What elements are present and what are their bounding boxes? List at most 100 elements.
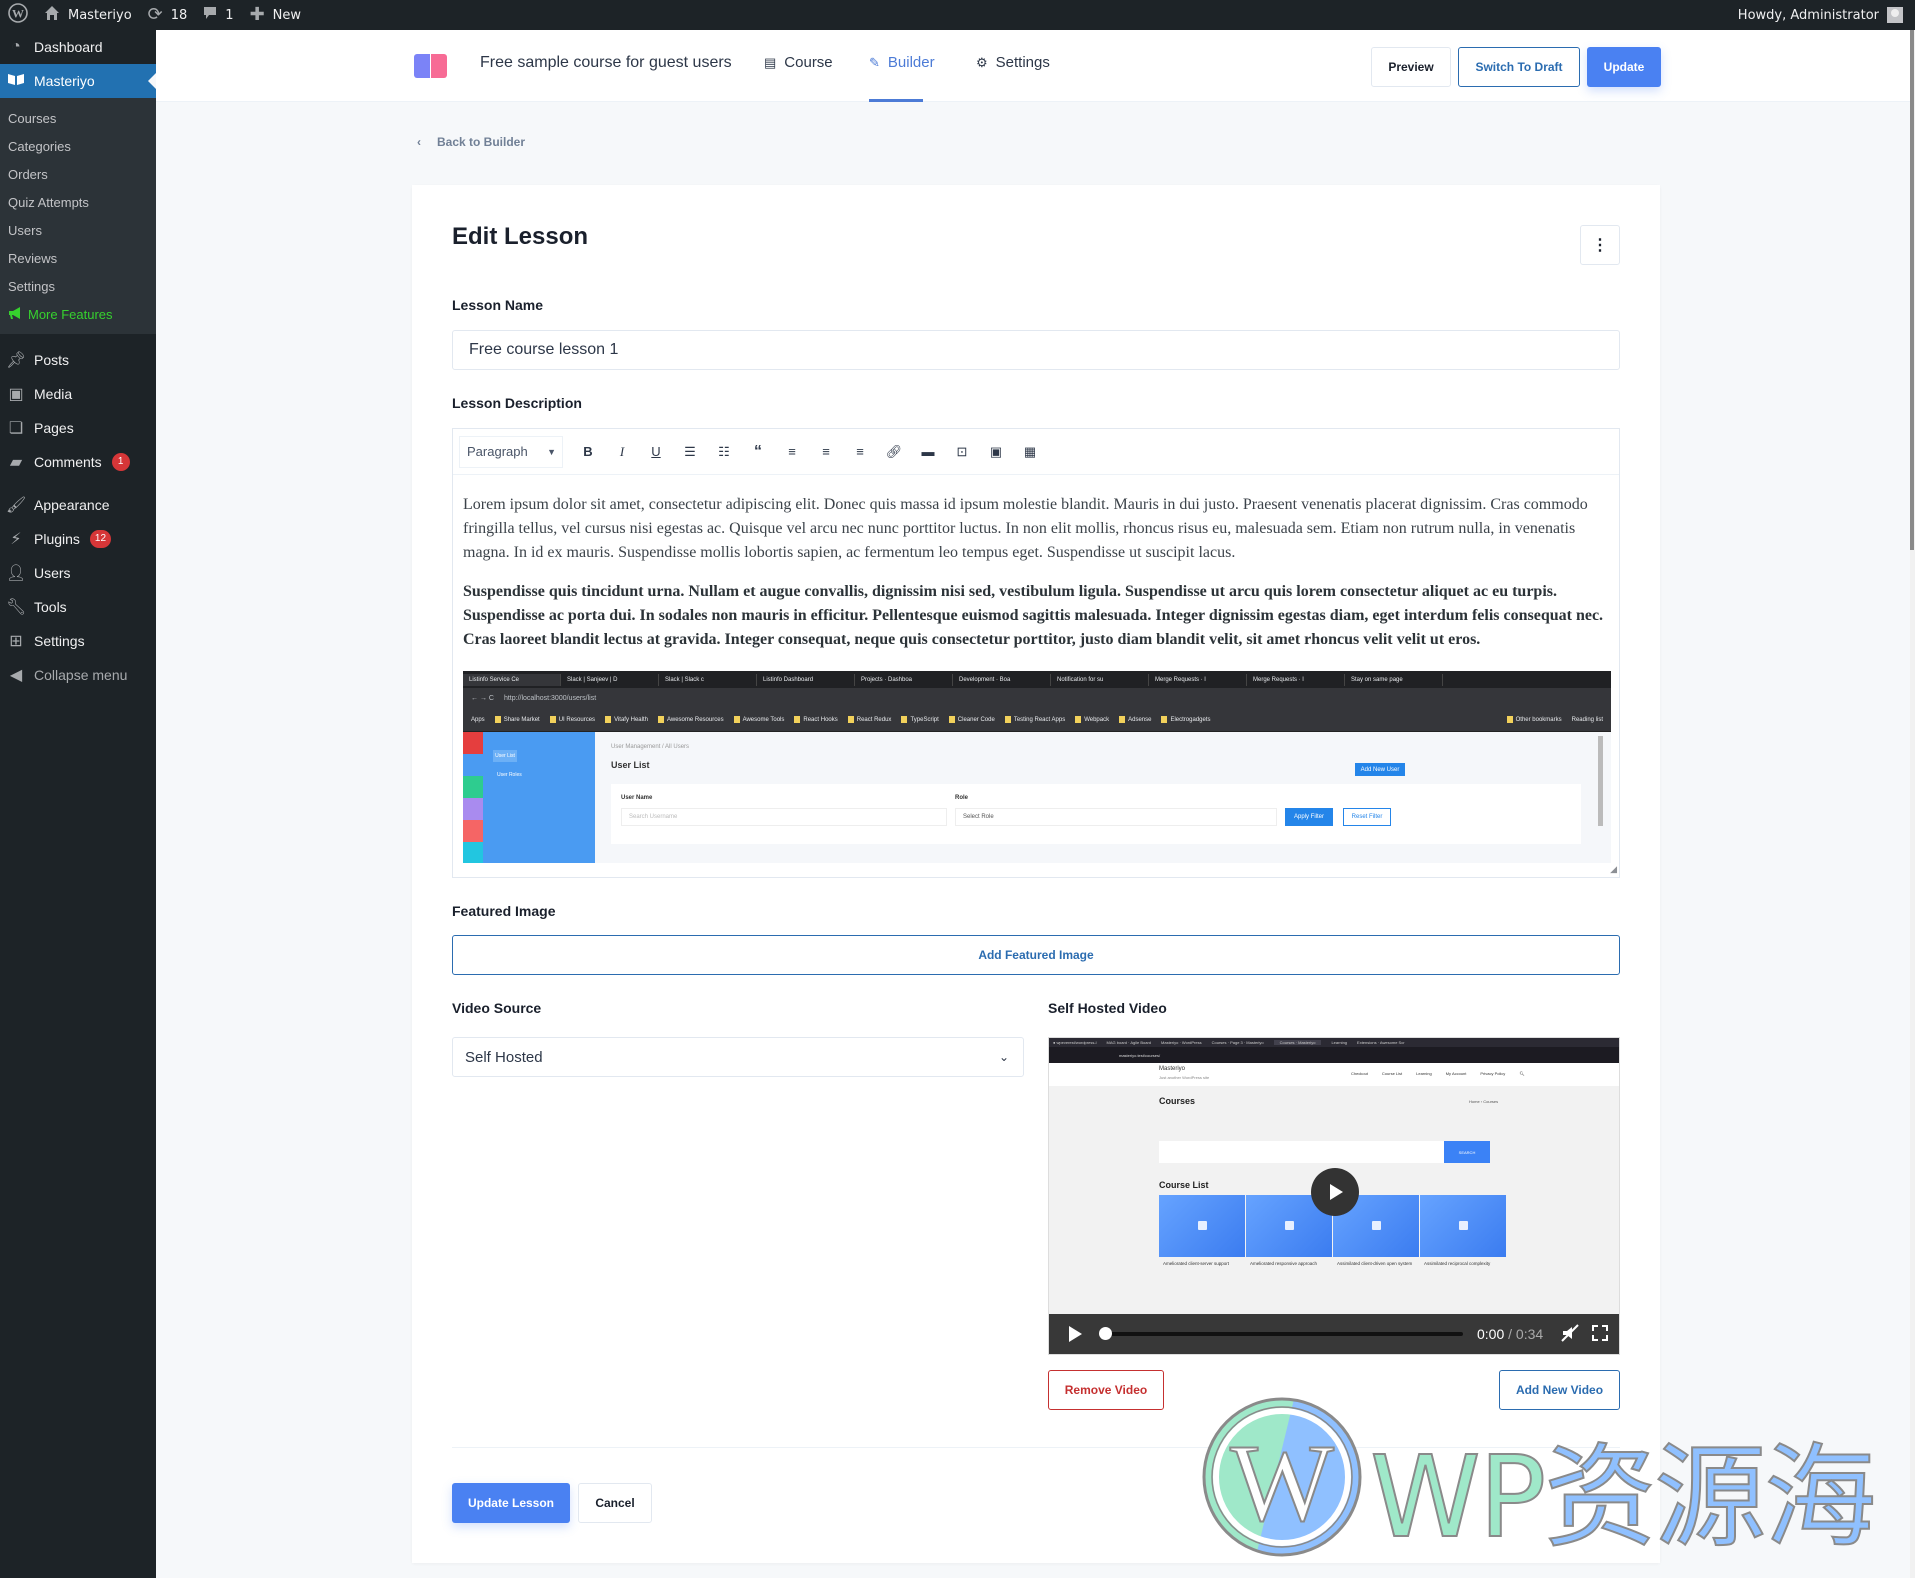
embedded-username-input: Search Username (621, 808, 947, 826)
more-options-button[interactable]: ⋮ (1580, 225, 1620, 265)
collapse-menu-button[interactable]: ◀ Collapse menu (0, 658, 156, 692)
sidebar-item-masteriyo[interactable]: Masteriyo (0, 64, 156, 98)
video-progress-bar[interactable] (1099, 1327, 1463, 1340)
bullet-list-button[interactable]: ☰ (673, 437, 707, 467)
video-course-list-heading: Course List (1159, 1180, 1209, 1190)
back-link-label: Back to Builder (437, 135, 526, 149)
sidebar-item-pages[interactable]: ❏ Pages (0, 411, 156, 445)
caret-down-icon: ▼ (547, 446, 556, 457)
embedded-bookmark: React Redux (847, 715, 891, 723)
home-icon (44, 5, 60, 25)
sidebar-item-appearance[interactable]: 🖌︎ Appearance (0, 488, 156, 522)
blockquote-button[interactable]: “ (741, 437, 775, 467)
updates-link[interactable]: ⟳ 18 (140, 0, 196, 30)
video-site-name: Masteriyo (1159, 1066, 1186, 1072)
media-button[interactable]: ▣ (979, 437, 1013, 467)
play-button[interactable] (1067, 1325, 1083, 1346)
plugin-icon: ⚡︎ (10, 531, 22, 548)
sidebar-item-comments[interactable]: ▰ Comments 1 (0, 445, 156, 479)
tab-builder[interactable]: ✎ Builder (869, 54, 935, 71)
new-content-link[interactable]: ✚ New (242, 0, 309, 30)
description-paragraph-1: Lorem ipsum dolor sit amet, consectetur … (463, 496, 1588, 561)
paragraph-format-select[interactable]: Paragraph ▼ (459, 435, 563, 468)
collapse-arrow-icon: ◀ (9, 667, 23, 684)
sidebar-item-posts[interactable]: 📌︎ Posts (0, 343, 156, 377)
plus-icon: ✚ (249, 4, 265, 25)
embedded-tab: Slack | Slack c (659, 673, 757, 686)
add-new-video-button[interactable]: Add New Video (1499, 1370, 1620, 1410)
align-right-button[interactable]: ≡ (843, 437, 877, 467)
submenu-reviews[interactable]: Reviews (0, 244, 156, 272)
video-player[interactable]: ● wpeverest/wordpress-l MAG board · Agile… (1048, 1037, 1620, 1355)
remove-video-button[interactable]: Remove Video (1048, 1370, 1164, 1410)
page-scrollbar-thumb[interactable] (1910, 30, 1914, 550)
table-button[interactable]: ▦ (1013, 437, 1047, 467)
submenu-more-features[interactable]: More Features (0, 300, 156, 328)
active-tab-indicator (869, 99, 923, 102)
italic-button[interactable]: I (605, 437, 639, 467)
video-site-tagline: Just another WordPress site (1159, 1075, 1210, 1080)
tab-course[interactable]: ▤ Course (764, 54, 833, 71)
embedded-browser-tabs: Listinfo Service Ce Slack | Sanjeev | D … (463, 671, 1611, 688)
bold-button[interactable]: B (571, 437, 605, 467)
submenu-courses[interactable]: Courses (0, 104, 156, 132)
update-button[interactable]: Update (1587, 47, 1661, 87)
sidebar-item-media[interactable]: ▣ Media (0, 377, 156, 411)
video-course-card-title: Ameliorated client-server support (1163, 1261, 1230, 1266)
sidebar-item-plugins[interactable]: ⚡︎ Plugins 12 (0, 522, 156, 556)
update-lesson-button[interactable]: Update Lesson (452, 1483, 570, 1523)
tab-settings[interactable]: ⚙ Settings (976, 54, 1050, 71)
align-center-button[interactable]: ≡ (809, 437, 843, 467)
video-progress-handle[interactable] (1099, 1327, 1112, 1340)
align-left-button[interactable]: ≡ (775, 437, 809, 467)
link-button[interactable]: 🔗︎ (877, 437, 911, 467)
video-controls: 0:00 / 0:34 (1049, 1314, 1619, 1354)
featured-image-label: Featured Image (452, 903, 556, 919)
bullet-list-icon: ☰ (684, 443, 696, 459)
numbered-list-icon: ☷ (718, 443, 730, 459)
sidebar-item-label: Tools (34, 599, 67, 615)
sidebar-item-label: Comments (34, 454, 102, 470)
embedded-tab: Listinfo Dashboard (757, 673, 855, 686)
submenu-orders[interactable]: Orders (0, 160, 156, 188)
comments-link[interactable]: 1 (195, 0, 241, 30)
submenu-settings[interactable]: Settings (0, 272, 156, 300)
switch-to-draft-button[interactable]: Switch To Draft (1458, 47, 1580, 87)
align-left-icon: ≡ (788, 444, 796, 459)
embedded-bookmark: Electrogadgets (1161, 715, 1211, 723)
sidebar-item-dashboard[interactable]: ◔ Dashboard (0, 30, 156, 64)
submenu-categories[interactable]: Categories (0, 132, 156, 160)
embedded-tab: Projects · Dashboa (855, 673, 953, 686)
blockquote-icon: “ (754, 442, 762, 460)
cancel-button[interactable]: Cancel (578, 1483, 652, 1523)
horizontal-rule-button[interactable]: ▬ (911, 437, 945, 467)
sidebar-item-tools[interactable]: 🔧︎ Tools (0, 590, 156, 624)
back-to-builder-link[interactable]: ‹ Back to Builder (417, 135, 525, 149)
sidebar-item-settings[interactable]: ⊞ Settings (0, 624, 156, 658)
embedded-url: http://localhost:3000/users/list (503, 694, 597, 702)
video-site-heading: Courses (1159, 1096, 1196, 1106)
site-name-link[interactable]: Masteriyo (36, 0, 140, 30)
editor-resize-handle[interactable]: ◢ (1610, 864, 1617, 875)
my-account-menu[interactable]: Howdy, Administrator (1738, 7, 1915, 23)
fullscreen-button[interactable] (1591, 1324, 1609, 1345)
underline-button[interactable]: U (639, 437, 673, 467)
video-source-select[interactable]: Self Hosted ⌄ (452, 1037, 1024, 1077)
embedded-screenshot-image[interactable]: Listinfo Service Ce Slack | Sanjeev | D … (463, 671, 1611, 863)
preview-button[interactable]: Preview (1371, 47, 1451, 87)
submenu-users[interactable]: Users (0, 216, 156, 244)
video-course-card-title: Assimilated client-driven open system (1337, 1261, 1413, 1266)
numbered-list-button[interactable]: ☷ (707, 437, 741, 467)
submenu-quiz-attempts[interactable]: Quiz Attempts (0, 188, 156, 216)
embedded-tab: Notification for su (1051, 673, 1149, 686)
sidebar-item-users[interactable]: 👤︎ Users (0, 556, 156, 590)
lesson-name-input[interactable]: Free course lesson 1 (452, 330, 1620, 370)
mute-button[interactable] (1561, 1324, 1579, 1345)
big-play-button[interactable] (1311, 1168, 1359, 1216)
add-featured-image-button[interactable]: Add Featured Image (452, 935, 1620, 975)
wordpress-logo-menu[interactable]: W (0, 0, 36, 30)
editor-content[interactable]: Lorem ipsum dolor sit amet, consectetur … (453, 475, 1619, 652)
sidebar-item-label: Media (34, 386, 73, 402)
embedded-bookmark: Share Market (494, 715, 540, 723)
video-button[interactable]: ⊡ (945, 437, 979, 467)
